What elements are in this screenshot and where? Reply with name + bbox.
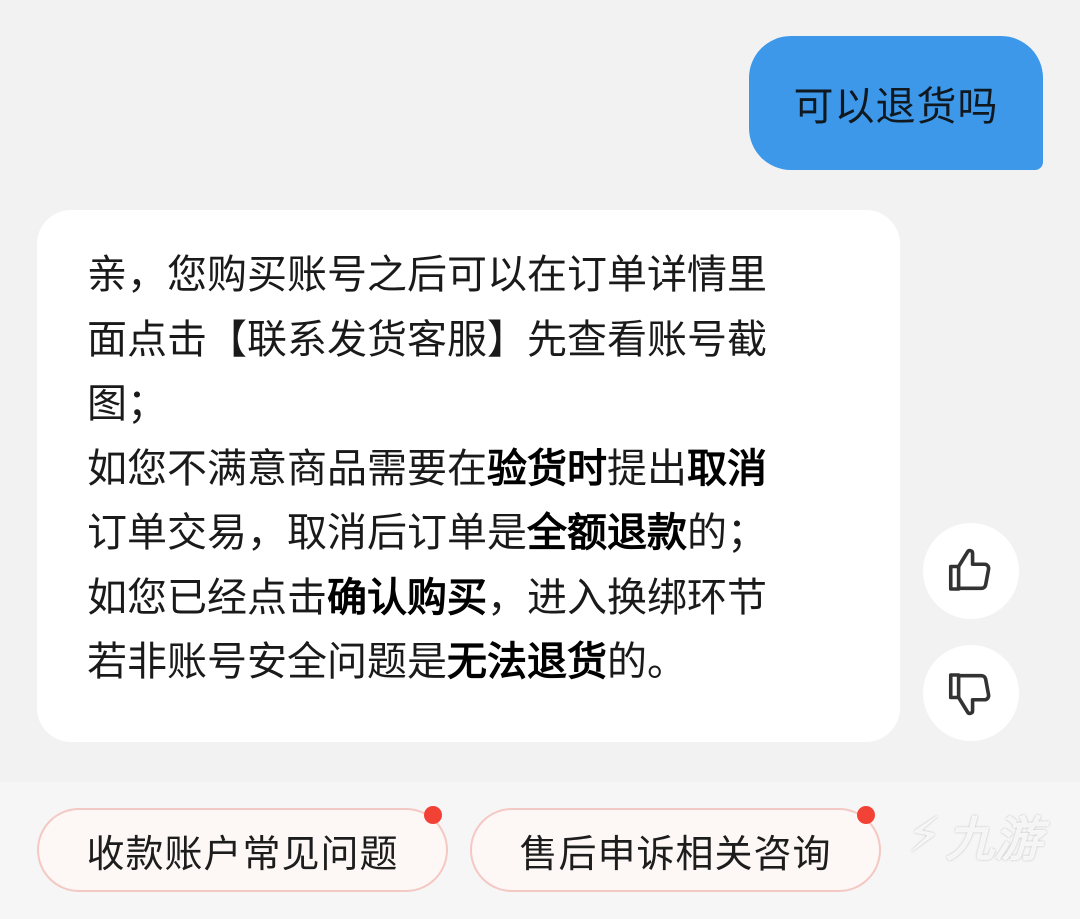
chat-area: 可以退货吗 亲，您购买账号之后可以在订单详情里 面点击【联系发货客服】先查看账号截…: [0, 0, 1080, 782]
bot-message-emphasis: 全额退款: [527, 510, 687, 556]
watermark-logo: ⚡ 九游: [907, 800, 1042, 870]
quick-reply-label: 收款账户常见问题: [86, 831, 399, 876]
bot-message-line: 若非账号安全问题是无法退货的。: [87, 630, 860, 695]
bot-message-emphasis: 取消: [687, 445, 767, 492]
bot-message-line: 如您已经点击确认购买，进入换绑环节: [87, 566, 860, 631]
bot-message-segment: 的；: [687, 510, 767, 556]
bot-message-bubble: 亲，您购买账号之后可以在订单详情里 面点击【联系发货客服】先查看账号截 图； 如您不满…: [37, 210, 900, 742]
thumbs-down-icon: [948, 673, 991, 716]
bot-message-line: 如您不满意商品需要在验货时提出取消: [87, 437, 860, 502]
bot-message-segment: 亲，您购买账号之后可以在订单详情里: [87, 252, 767, 298]
like-button[interactable]: [923, 523, 1019, 619]
bot-message-emphasis: 验货时: [487, 445, 607, 492]
bot-message-segment: 订单交易，取消后订单是: [87, 510, 527, 556]
bot-message-text: 亲，您购买账号之后可以在订单详情里 面点击【联系发货客服】先查看账号截 图； 如您不满…: [87, 243, 860, 695]
dislike-button[interactable]: [923, 645, 1019, 741]
bot-message-segment: 面点击【联系发货客服】先查看账号截: [87, 316, 767, 363]
bot-message-segment: 提出: [607, 445, 687, 492]
user-message-bubble: 可以退货吗: [749, 36, 1043, 170]
bot-message-segment: 的。: [607, 639, 687, 685]
user-message-text: 可以退货吗: [793, 84, 999, 130]
bot-message-segment: 如您不满意商品需要在: [87, 445, 487, 492]
bot-message-line: 图；: [87, 372, 860, 437]
bot-message-line: 亲，您购买账号之后可以在订单详情里: [87, 243, 860, 308]
bot-message-segment: 图；: [87, 381, 167, 427]
watermark-symbol: ⚡: [906, 806, 942, 864]
notification-dot: [424, 806, 442, 824]
bot-message-line: 订单交易，取消后订单是全额退款的；: [87, 501, 860, 566]
bot-message-line: 面点击【联系发货客服】先查看账号截: [87, 308, 860, 373]
bot-message-emphasis: 确认购买: [327, 574, 487, 621]
bot-message-segment: ，进入换绑环节: [487, 574, 767, 621]
bot-message-emphasis: 无法退货: [447, 639, 607, 685]
watermark-text: 九游: [945, 812, 1042, 868]
quick-reply-label: 售后申诉相关咨询: [519, 831, 832, 876]
notification-dot: [857, 806, 875, 824]
thumbs-up-icon: [948, 548, 991, 591]
bot-message-segment: 若非账号安全问题是: [87, 639, 447, 685]
quick-reply-aftersale[interactable]: 售后申诉相关咨询: [470, 806, 881, 892]
quick-reply-account-faq[interactable]: 收款账户常见问题: [37, 806, 448, 892]
bot-message-segment: 如您已经点击: [87, 574, 327, 621]
